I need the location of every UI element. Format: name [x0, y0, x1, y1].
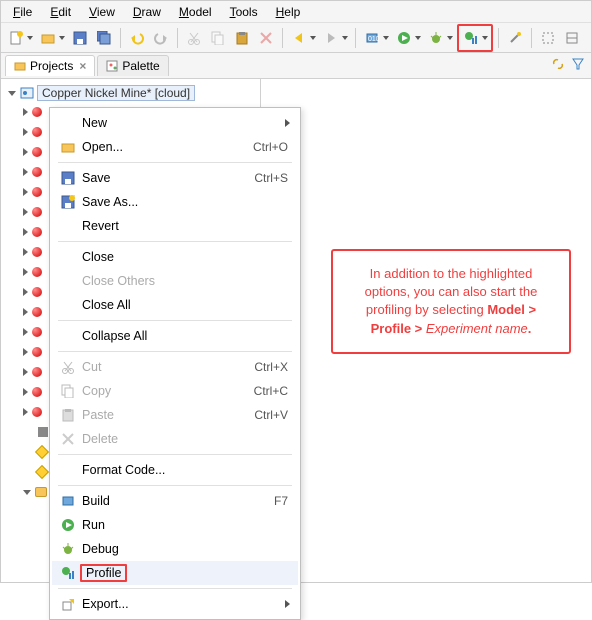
separator	[58, 241, 292, 242]
filter-icon[interactable]	[571, 57, 585, 71]
debug-icon	[58, 542, 78, 556]
undo-button[interactable]	[126, 27, 148, 49]
delete-icon	[58, 432, 78, 446]
separator	[58, 588, 292, 589]
delete-button[interactable]	[255, 27, 277, 49]
profile-menu-highlight: Profile	[80, 564, 127, 582]
ctx-profile[interactable]: Profile	[52, 561, 298, 585]
copy-button[interactable]	[207, 27, 229, 49]
open-button[interactable]	[37, 27, 59, 49]
ctx-save-as[interactable]: Save As...	[52, 190, 298, 214]
separator	[531, 28, 532, 48]
menu-help[interactable]: Help	[268, 3, 309, 21]
submenu-arrow-icon	[285, 119, 290, 127]
separator	[498, 28, 499, 48]
separator	[120, 28, 121, 48]
menubar: File Edit View Draw Model Tools Help	[1, 1, 591, 23]
annotation-callout: In addition to the highlighted options, …	[331, 249, 571, 354]
ctx-export[interactable]: Export...	[52, 592, 298, 616]
debug-button[interactable]	[425, 27, 447, 49]
ctx-paste: PasteCtrl+V	[52, 403, 298, 427]
paste-icon	[58, 408, 78, 422]
tab-label: Palette	[122, 59, 159, 73]
separator	[355, 28, 356, 48]
menu-tools[interactable]: Tools	[222, 3, 266, 21]
ctx-cut: CutCtrl+X	[52, 355, 298, 379]
separator	[58, 485, 292, 486]
save-all-button[interactable]	[93, 27, 115, 49]
tab-label: Projects	[30, 59, 73, 73]
ctx-collapse-all[interactable]: Collapse All	[52, 324, 298, 348]
run-icon	[58, 518, 78, 532]
palette-icon	[106, 60, 118, 72]
export-icon	[58, 597, 78, 611]
separator	[58, 320, 292, 321]
menu-edit[interactable]: Edit	[42, 3, 79, 21]
tree-root[interactable]: Copper Nickel Mine* [cloud]	[7, 85, 260, 101]
save-button[interactable]	[69, 27, 91, 49]
ctx-close[interactable]: Close	[52, 245, 298, 269]
submenu-arrow-icon	[285, 600, 290, 608]
tree-root-label: Copper Nickel Mine* [cloud]	[37, 85, 195, 101]
profile-toolbar-highlight	[457, 24, 493, 52]
menu-file[interactable]: File	[5, 3, 40, 21]
toolbar: 010	[1, 23, 591, 53]
build-icon	[58, 494, 78, 508]
separator	[58, 351, 292, 352]
separator	[58, 454, 292, 455]
tab-close-icon[interactable]: ×	[79, 59, 86, 73]
select-button[interactable]	[537, 27, 559, 49]
ctx-close-all[interactable]: Close All	[52, 293, 298, 317]
ctx-delete: Delete	[52, 427, 298, 451]
ctx-save[interactable]: SaveCtrl+S	[52, 166, 298, 190]
ctx-close-others: Close Others	[52, 269, 298, 293]
tab-palette[interactable]: Palette	[97, 55, 168, 76]
run-button[interactable]	[393, 27, 415, 49]
context-menu: New Open...Ctrl+O SaveCtrl+S Save As... …	[49, 107, 301, 620]
new-button[interactable]	[5, 27, 27, 49]
copy-icon	[58, 384, 78, 398]
projects-icon	[14, 60, 26, 72]
ctx-debug[interactable]: Debug	[52, 537, 298, 561]
profile-icon	[58, 566, 78, 580]
nav-fwd-button[interactable]	[320, 27, 342, 49]
cut-button[interactable]	[183, 27, 205, 49]
model-icon	[20, 87, 34, 99]
separator	[282, 28, 283, 48]
ctx-format-code[interactable]: Format Code...	[52, 458, 298, 482]
redo-button[interactable]	[150, 27, 172, 49]
ctx-revert[interactable]: Revert	[52, 214, 298, 238]
menu-view[interactable]: View	[81, 3, 123, 21]
menu-draw[interactable]: Draw	[125, 3, 169, 21]
nav-back-button[interactable]	[288, 27, 310, 49]
wand-button[interactable]	[504, 27, 526, 49]
build-button[interactable]: 010	[361, 27, 383, 49]
profile-button[interactable]	[460, 27, 482, 49]
ctx-open[interactable]: Open...Ctrl+O	[52, 135, 298, 159]
cut-icon	[58, 360, 78, 374]
paste-button[interactable]	[231, 27, 253, 49]
link-icon[interactable]	[551, 57, 565, 71]
ctx-run[interactable]: Run	[52, 513, 298, 537]
fit-button[interactable]	[561, 27, 583, 49]
svg-text:010: 010	[368, 36, 379, 43]
ctx-build[interactable]: BuildF7	[52, 489, 298, 513]
ctx-new[interactable]: New	[52, 111, 298, 135]
separator	[58, 162, 292, 163]
tab-row: Projects × Palette	[1, 53, 591, 79]
tab-projects[interactable]: Projects ×	[5, 55, 95, 76]
open-icon	[58, 140, 78, 154]
ctx-copy: CopyCtrl+C	[52, 379, 298, 403]
separator	[177, 28, 178, 48]
save-as-icon	[58, 195, 78, 209]
expand-toggle[interactable]	[7, 88, 17, 98]
menu-model[interactable]: Model	[171, 3, 220, 21]
save-icon	[58, 171, 78, 185]
